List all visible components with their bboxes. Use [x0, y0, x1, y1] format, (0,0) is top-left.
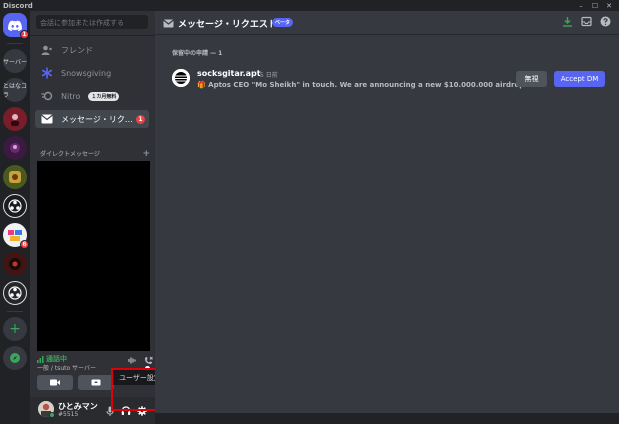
- compass-icon: [10, 353, 20, 363]
- disconnect-icon[interactable]: [144, 356, 153, 365]
- message-requests-badge: 1: [136, 114, 145, 124]
- discord-logo-icon: [8, 20, 22, 31]
- add-server-button[interactable]: +: [3, 317, 27, 341]
- header-toolbar: [562, 16, 611, 27]
- server-text-2[interactable]: とはなコラ: [3, 78, 27, 102]
- dm-section-header: ダイレクトメッセージ +: [40, 149, 150, 159]
- dm-list: [37, 161, 150, 351]
- nav-label: Snowsgiving: [61, 68, 112, 78]
- request-message-preview: 🎁 Aptos CEO "Mo Sheikh" in touch. We are…: [197, 81, 537, 89]
- server-icon-3[interactable]: [3, 165, 27, 189]
- home-badge: 1: [20, 30, 29, 39]
- server-icon-5[interactable]: 6: [3, 223, 29, 249]
- window-controls: – ☐ ✕: [575, 1, 619, 11]
- snowflake-icon: [41, 67, 53, 79]
- server-badge: 6: [20, 240, 29, 249]
- video-button[interactable]: [37, 375, 73, 390]
- help-icon[interactable]: [600, 16, 611, 27]
- request-timestamp: 5 日前: [260, 72, 278, 79]
- nav-friends[interactable]: フレンド: [35, 41, 149, 59]
- server-icon-6[interactable]: [3, 252, 27, 276]
- search-input[interactable]: 会話に参加または作成する: [36, 15, 148, 29]
- accept-dm-button[interactable]: Accept DM: [554, 71, 605, 87]
- server-icon-2[interactable]: [3, 136, 27, 160]
- server-avatar-icon: [9, 171, 21, 183]
- server-avatar-icon: [10, 143, 20, 153]
- requester-name: socksgitar.apt: [197, 69, 261, 78]
- nav-message-requests[interactable]: メッセージ・リク… 1: [35, 110, 149, 128]
- noise-suppression-icon[interactable]: [128, 356, 137, 365]
- envelope-icon: [41, 113, 53, 125]
- add-dm-button[interactable]: +: [142, 149, 150, 159]
- maximize-button[interactable]: ☐: [589, 1, 601, 11]
- title-bar: Discord – ☐ ✕: [0, 0, 619, 11]
- nav-snowsgiving[interactable]: Snowsgiving: [35, 64, 149, 82]
- pending-requests-label: 保留中の申請 — 1: [172, 50, 223, 57]
- nav-label: メッセージ・リク…: [61, 114, 133, 124]
- inbox-icon[interactable]: [581, 16, 592, 27]
- server-icon-7[interactable]: [3, 281, 27, 305]
- nitro-trial-badge: １カ月無料: [88, 91, 120, 101]
- home-button[interactable]: 1: [3, 13, 29, 39]
- app-title: Discord: [3, 1, 33, 10]
- server-rail: 1 サーバー とはなコラ 6 +: [0, 11, 30, 413]
- obs-icon: [8, 199, 22, 213]
- server-label: サーバー: [3, 58, 27, 66]
- page-title: メッセージ・リクエスト: [178, 20, 277, 30]
- ignore-button[interactable]: 無視: [516, 71, 547, 87]
- server-icon-1[interactable]: [3, 107, 27, 131]
- signal-icon: [37, 355, 44, 363]
- nav-label: フレンド: [61, 45, 93, 55]
- voice-icons: [128, 356, 153, 365]
- aptos-logo-icon: [172, 69, 190, 87]
- envelope-icon: [163, 19, 174, 28]
- server-text-1[interactable]: サーバー: [3, 49, 27, 73]
- obs-icon: [8, 286, 22, 300]
- camera-icon: [50, 379, 60, 386]
- main-content: メッセージ・リクエスト ベータ 保留中の申請 — 1 socksgitar.ap…: [155, 11, 619, 413]
- screen-share-icon: [91, 379, 101, 385]
- user-tag: #5515: [58, 411, 79, 418]
- download-icon[interactable]: [562, 16, 573, 27]
- close-button[interactable]: ✕: [603, 1, 615, 11]
- requester-avatar[interactable]: [172, 69, 190, 87]
- dm-section-title: ダイレクトメッセージ: [40, 151, 100, 158]
- server-icon-4[interactable]: [3, 194, 27, 218]
- beta-badge: ベータ: [272, 18, 294, 27]
- message-request-row[interactable]: socksgitar.apt 5 日前 🎁 Aptos CEO "Mo Shei…: [167, 67, 611, 97]
- divider: [30, 35, 155, 36]
- rail-divider: [7, 43, 23, 44]
- nav-label: Nitro: [61, 91, 81, 101]
- voice-channel: 一般 / tsuto サーバー: [37, 365, 96, 372]
- nav-nitro[interactable]: Nitro １カ月無料: [35, 87, 149, 105]
- server-avatar-icon: [11, 114, 19, 126]
- rail-divider: [7, 311, 23, 312]
- server-avatar-icon: [9, 258, 21, 270]
- explore-servers-button[interactable]: [3, 346, 27, 370]
- nitro-icon: [41, 90, 53, 102]
- screen-share-button[interactable]: [78, 375, 114, 390]
- minimize-button[interactable]: –: [575, 1, 587, 11]
- server-label: とはなコラ: [3, 83, 28, 99]
- main-header: メッセージ・リクエスト ベータ: [155, 11, 619, 35]
- dm-sidebar: 会話に参加または作成する フレンド Snowsgiving Nitro １カ月無…: [30, 11, 155, 424]
- friends-icon: [41, 44, 53, 56]
